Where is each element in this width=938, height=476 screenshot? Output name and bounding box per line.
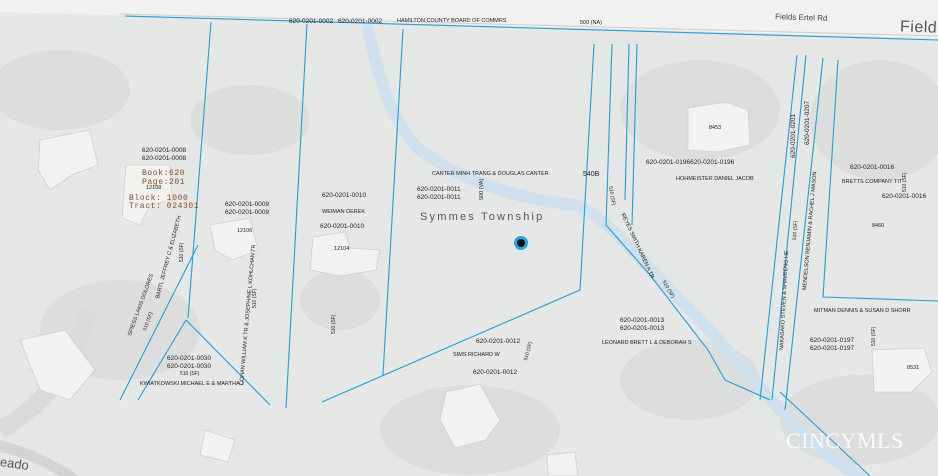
parcel-id-0196: 620-0201-0196620-0201-0196 (646, 159, 735, 166)
parcel-lot-0011: 540B (583, 171, 600, 178)
map-viewport[interactable]: Fields Ertel Rd Field eado Symmes Townsh… (0, 0, 938, 476)
parcel-id-0012-b: 620-0201-0012 (473, 369, 518, 376)
parcel-id-0013-a: 620-0201-0013 (620, 317, 665, 324)
parcel-house-number-0009: 12106 (237, 228, 253, 234)
township-label: Symmes Township (420, 211, 545, 223)
parcel-id-0002-b: 620-0201-0002 (338, 18, 383, 25)
parcel-house-number-0016: 8460 (872, 223, 885, 229)
parcel-code-nakasako: 510 (SF) (792, 220, 800, 241)
parcel-code-0010-vert: 510 (SF) (331, 314, 337, 334)
parcel-id-0201: 620-0201-0201 (790, 113, 797, 158)
parcel-code-cohan: 510 (SF) (252, 288, 258, 308)
location-pin-icon[interactable] (517, 239, 525, 247)
parcel-owner-0030: KWIATKOWSKI MICHAEL E & MARTHA J (140, 381, 244, 387)
parcel-owner-0197: MITMAN DENNIS & SUSAN D SHORR (814, 308, 911, 314)
parcel-id-0030-a: 620-0201-0030 (167, 355, 212, 362)
parcel-owner-0011: CANTER MINH TRANG & DOUGLAS CANTER (432, 171, 549, 177)
parcel-code-0030: 510 (SF) (180, 371, 200, 377)
parcel-id-0207: 620-0201-0207 (804, 100, 811, 145)
parcel-id-0009-b: 620-0201-0009 (225, 209, 270, 216)
plat-tract: Tract: 024301 (129, 202, 200, 211)
parcel-id-0013-b: 620-0201-0013 (620, 325, 665, 332)
parcel-id-0011-a: 620-0201-0011 (417, 186, 461, 193)
plat-book: Book:620 (142, 169, 186, 178)
parcel-owner-0012: SIMS RICHARD W (453, 352, 500, 358)
parcel-id-0197-b: 620-0201-0197 (810, 345, 855, 352)
parcel-id-0010-b: 620-0201-0010 (320, 223, 365, 230)
parcel-house-number-0197: 8531 (907, 365, 920, 371)
parcel-owner-0196: HOHMEISTER DANIEL JACOB (676, 176, 754, 182)
road-label-meadow-cut: eado (0, 454, 30, 473)
parcel-id-0008-a: 620-0201-0008 (142, 147, 187, 154)
parcel-id-0008-b: 620-0201-0008 (142, 155, 187, 162)
parcel-id-0011-b: 620-0201-0011 (417, 194, 461, 201)
parcel-id-0016-b: 620-0201-0016 (882, 193, 927, 200)
parcel-house-number-0008: 12108 (146, 185, 162, 191)
parcel-id-0012-a: 620-0201-0012 (476, 338, 521, 345)
parcel-code-0197: 510 (SF) (871, 326, 877, 346)
parcel-id-0009-a: 620-0201-0009 (225, 201, 270, 208)
parcel-id-0030-b: 620-0201-0030 (167, 363, 212, 370)
parcel-code-0011: 500 (VA) (479, 178, 485, 200)
parcel-code-bartl: 510 (SF) (179, 242, 185, 262)
road-label-fields-cut: Field (899, 18, 938, 37)
parcel-owner-0013: LEONARD BRETT L & DEBORAH S (602, 340, 692, 346)
parcel-owner-0010: WEIMAN DEREK (322, 209, 366, 215)
parcel-id-0010-a: 620-0201-0010 (322, 192, 367, 199)
parcel-house-number-0196: 8453 (709, 125, 722, 131)
parcel-code-0016: 510 (SF) (902, 172, 908, 192)
parcel-id-0197-a: 620-0201-0197 (810, 337, 855, 344)
parcel-id-0016-a: 620-0201-0016 (850, 164, 895, 171)
parcel-owner-hamilton: HAMILTON COUNTY BOARD OF COMMRS (397, 18, 507, 24)
parcel-id-0002-a: 620-0201-0002 (289, 18, 334, 25)
parcel-owner-0016: BRETTS COMPANY TIT (842, 179, 903, 185)
parcel-code-0002: 500 (NA) (580, 20, 603, 26)
parcel-house-number-0010: 12104 (334, 246, 350, 252)
watermark-logo: CINCYMLS (786, 428, 904, 453)
